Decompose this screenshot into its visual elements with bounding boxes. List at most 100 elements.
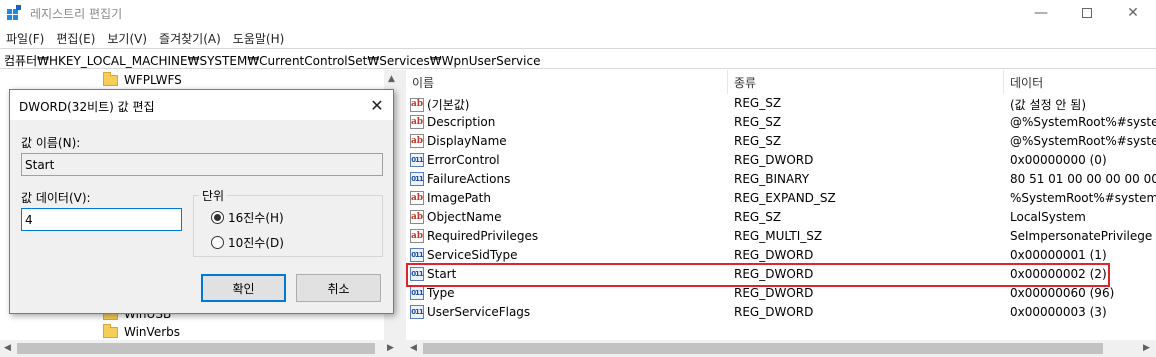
value-row[interactable]: 011 UserServiceFlags REG_DWORD 0x00000003…	[406, 303, 1156, 322]
decimal-radio-label: 10진수(D)	[228, 236, 284, 250]
value-data: 0x00000003 (3)	[1010, 305, 1107, 319]
folder-icon	[103, 71, 118, 86]
value-type: REG_MULTI_SZ	[734, 229, 823, 243]
binary-value-icon: 011	[410, 286, 424, 300]
minimize-button[interactable]: —	[1018, 0, 1064, 26]
value-type: REG_DWORD	[734, 305, 814, 319]
scroll-left-icon[interactable]: ◀	[4, 343, 11, 353]
value-data: @%SystemRoot%#system3	[1010, 115, 1156, 129]
value-name: ObjectName	[427, 210, 502, 224]
value-name: Description	[427, 115, 496, 129]
value-name: FailureActions	[427, 172, 511, 186]
value-row[interactable]: 011 FailureActions REG_BINARY 80 51 01 00…	[406, 170, 1156, 189]
scroll-up-icon[interactable]: ▲	[388, 74, 395, 84]
scroll-thumb[interactable]	[423, 343, 1103, 354]
value-name: DisplayName	[427, 134, 507, 148]
value-row[interactable]: ab DisplayName REG_SZ @%SystemRoot%#syste…	[406, 132, 1156, 151]
value-data: SeImpersonatePrivilege SeC	[1010, 229, 1156, 243]
value-data: 80 51 01 00 00 00 00 00	[1010, 172, 1156, 186]
tree-horizontal-scrollbar[interactable]: ◀ ▶	[0, 340, 401, 357]
menu-bar: 파일(F) 편집(E) 보기(V) 즐겨찾기(A) 도움말(H)	[0, 26, 290, 48]
value-list[interactable]: 이름 종류 데이터 ab (기본값) REG_SZ (값 설정 안 됨) ab De…	[406, 70, 1156, 340]
value-row[interactable]: ab Description REG_SZ @%SystemRoot%#syste…	[406, 113, 1156, 132]
cancel-button[interactable]: 취소	[296, 274, 381, 302]
scroll-right-icon[interactable]: ▶	[1143, 343, 1150, 353]
value-type: REG_DWORD	[734, 248, 814, 262]
scroll-right-icon[interactable]: ▶	[387, 343, 394, 353]
radio-selected-icon	[211, 211, 224, 224]
value-type: REG_DWORD	[734, 286, 814, 300]
value-name: RequiredPrivileges	[427, 229, 539, 243]
value-data-input[interactable]: 4	[21, 208, 182, 231]
address-bar[interactable]: 컴퓨터₩HKEY_LOCAL_MACHINE₩SYSTEM₩CurrentCon…	[0, 48, 1156, 69]
column-header-type[interactable]: 종류	[728, 70, 1004, 94]
value-name: ServiceSidType	[427, 248, 518, 262]
menu-edit[interactable]: 편집(E)	[50, 26, 101, 48]
string-value-icon: ab	[410, 210, 424, 224]
menu-file[interactable]: 파일(F)	[0, 26, 50, 48]
value-type: REG_SZ	[734, 115, 782, 129]
value-data: 0x00000001 (1)	[1010, 248, 1107, 262]
binary-value-icon: 011	[410, 153, 424, 167]
value-type: REG_SZ	[734, 134, 782, 148]
value-row[interactable]: 011 ErrorControl REG_DWORD 0x00000000 (0)	[406, 151, 1156, 170]
value-name-label: 값 이름(N):	[21, 136, 81, 150]
value-data: 0x00000060 (96)	[1010, 286, 1115, 300]
title-bar: 레지스트리 편집기 — ✕	[0, 0, 1156, 26]
value-name: ErrorControl	[427, 153, 500, 167]
window-title: 레지스트리 편집기	[30, 7, 123, 21]
value-type: REG_SZ	[734, 96, 782, 110]
string-value-icon: ab	[410, 97, 424, 112]
value-data: 0x00000000 (0)	[1010, 153, 1107, 167]
menu-favorites[interactable]: 즐겨찾기(A)	[153, 26, 227, 48]
tree-item-label: WFPLWFS	[124, 73, 182, 87]
value-type: REG_DWORD	[734, 153, 814, 167]
dialog-title: DWORD(32비트) 값 편집	[19, 100, 155, 114]
start-row-highlight	[406, 263, 1110, 287]
ok-button[interactable]: 확인	[201, 274, 286, 302]
tree-item-winverbs[interactable]: WinVerbs	[103, 323, 180, 341]
value-row[interactable]: ab RequiredPrivileges REG_MULTI_SZ SeImpe…	[406, 227, 1156, 246]
value-data-label: 값 데이터(V):	[21, 191, 91, 205]
menu-help[interactable]: 도움말(H)	[227, 26, 291, 48]
value-name: Type	[427, 286, 455, 300]
maximize-icon	[1082, 8, 1092, 18]
value-data: %SystemRoot%#system32	[1010, 191, 1156, 205]
string-value-icon: ab	[410, 191, 424, 205]
column-header-name[interactable]: 이름	[406, 70, 728, 94]
registry-icon	[7, 5, 21, 20]
decimal-radio[interactable]: 10진수(D)	[211, 234, 284, 251]
scroll-thumb[interactable]	[17, 343, 375, 354]
value-data: (값 설정 안 됨)	[1010, 98, 1087, 112]
value-name: ImagePath	[427, 191, 491, 205]
binary-value-icon: 011	[410, 172, 424, 186]
column-header-data[interactable]: 데이터	[1004, 70, 1156, 94]
value-type: REG_EXPAND_SZ	[734, 191, 836, 205]
dialog-title-bar: DWORD(32비트) 값 편집 ✕	[10, 90, 393, 120]
tree-item-wfplwfs[interactable]: WFPLWFS	[103, 71, 182, 89]
close-window-button[interactable]: ✕	[1110, 0, 1156, 26]
string-value-icon: ab	[410, 229, 424, 243]
value-type: REG_BINARY	[734, 172, 810, 186]
tree-item-label: WinVerbs	[124, 325, 181, 339]
list-horizontal-scrollbar[interactable]: ◀ ▶	[406, 340, 1156, 357]
value-row[interactable]: ab ImagePath REG_EXPAND_SZ %SystemRoot%#s…	[406, 189, 1156, 208]
menu-view[interactable]: 보기(V)	[101, 26, 153, 48]
scroll-left-icon[interactable]: ◀	[410, 343, 417, 353]
value-row[interactable]: ab ObjectName REG_SZ LocalSystem	[406, 208, 1156, 227]
binary-value-icon: 011	[410, 248, 424, 262]
value-data: LocalSystem	[1010, 210, 1086, 224]
dialog-close-icon[interactable]: ✕	[366, 94, 388, 116]
value-name-field: Start	[21, 153, 383, 176]
folder-icon	[103, 323, 118, 338]
base-group-label: 단위	[199, 187, 228, 204]
string-value-icon: ab	[410, 115, 424, 129]
value-row[interactable]: ab (기본값) REG_SZ (값 설정 안 됨)	[406, 94, 1156, 113]
radio-unselected-icon	[211, 236, 224, 249]
dword-edit-dialog: DWORD(32비트) 값 편집 ✕ 값 이름(N): Start 값 데이터(…	[9, 89, 394, 314]
maximize-button[interactable]	[1064, 0, 1110, 26]
hex-radio[interactable]: 16진수(H)	[211, 209, 284, 226]
string-value-icon: ab	[410, 134, 424, 148]
hex-radio-label: 16진수(H)	[228, 211, 284, 225]
value-name: (기본값)	[427, 98, 470, 112]
